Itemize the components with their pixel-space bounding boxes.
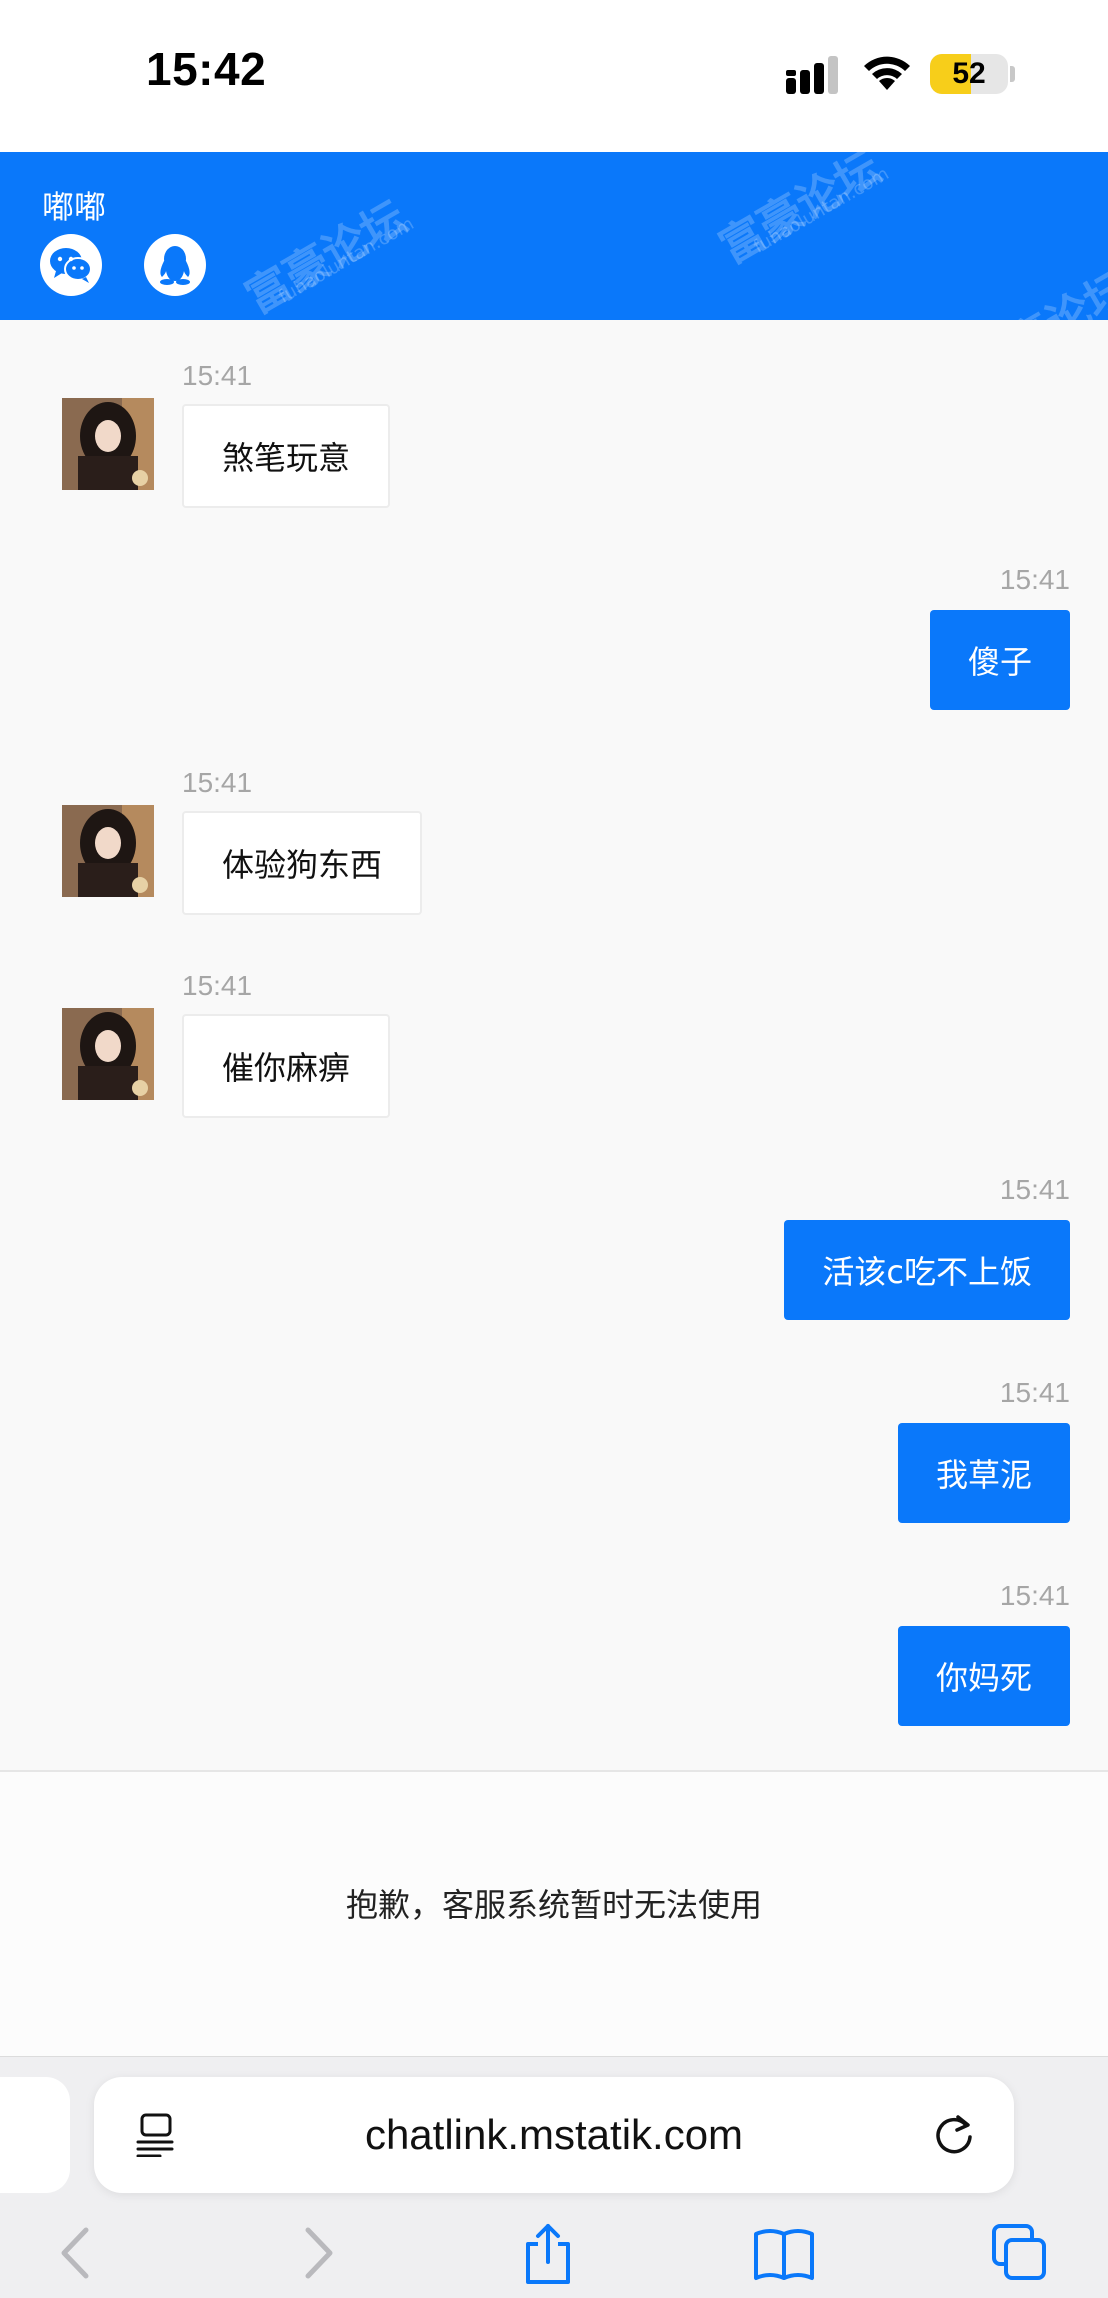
message-time: 15:41 — [999, 1580, 1070, 1611]
watermark: 富豪论坛 — [956, 252, 1108, 320]
avatar[interactable] — [62, 1008, 154, 1100]
wechat-icon[interactable] — [40, 234, 102, 296]
message-bubble-incoming[interactable]: 体验狗东西 — [182, 811, 423, 915]
message-time: 15:41 — [182, 360, 253, 391]
message-time: 15:41 — [999, 564, 1070, 595]
message-bubble-outgoing[interactable]: 我草泥 — [897, 1423, 1070, 1523]
tabs-icon[interactable] — [990, 2222, 1050, 2284]
avatar-photo-icon — [62, 805, 154, 897]
chat-area[interactable] — [0, 320, 1108, 1770]
url-text: chatlink.mstatik.com — [364, 2111, 744, 2158]
status-bar: 15:42 52 — [0, 0, 1108, 152]
avatar[interactable] — [62, 398, 154, 490]
chat-title: 嘟嘟 — [42, 188, 107, 226]
message-bubble-incoming[interactable]: 煞笔玩意 — [182, 404, 391, 508]
message-bubble-outgoing[interactable]: 活该c吃不上饭 — [784, 1220, 1070, 1320]
back-icon[interactable] — [48, 2222, 108, 2284]
message-time: 15:41 — [182, 970, 253, 1001]
message-bubble-incoming[interactable]: 催你麻痹 — [182, 1014, 391, 1118]
message-bubble-outgoing[interactable]: 你妈死 — [897, 1626, 1070, 1726]
battery-indicator: 52 — [930, 54, 1008, 94]
battery-percent: 52 — [952, 57, 986, 90]
avatar[interactable] — [62, 805, 154, 897]
address-bar[interactable]: chatlink.mstatik.com — [94, 2077, 1014, 2193]
share-icon[interactable] — [518, 2222, 578, 2284]
status-time: 15:42 — [146, 43, 267, 95]
bookmarks-icon[interactable] — [752, 2222, 816, 2284]
reload-icon[interactable] — [932, 2113, 976, 2157]
battery-nub — [1010, 66, 1015, 82]
chat-header: 富豪论坛 fuhaoluntan.com 富豪论坛 fuhaoluntan.co… — [0, 152, 1108, 320]
qq-icon[interactable] — [144, 234, 206, 296]
forward-icon[interactable] — [286, 2222, 346, 2284]
message-time: 15:41 — [999, 1377, 1070, 1408]
wifi-icon — [864, 56, 910, 90]
message-time: 15:41 — [999, 1174, 1070, 1205]
message-bubble-outgoing[interactable]: 傻子 — [929, 610, 1070, 710]
notice-text: 抱歉，客服系统暂时无法使用 — [345, 1886, 762, 1924]
message-time: 15:41 — [182, 767, 253, 798]
avatar-photo-icon — [62, 1008, 154, 1100]
service-notice: 抱歉，客服系统暂时无法使用 — [0, 1770, 1108, 2056]
previous-tab-preview[interactable] — [0, 2077, 70, 2193]
cellular-signal-icon — [786, 56, 838, 94]
avatar-photo-icon — [62, 398, 154, 490]
watermark: 富豪论坛 — [237, 191, 416, 320]
